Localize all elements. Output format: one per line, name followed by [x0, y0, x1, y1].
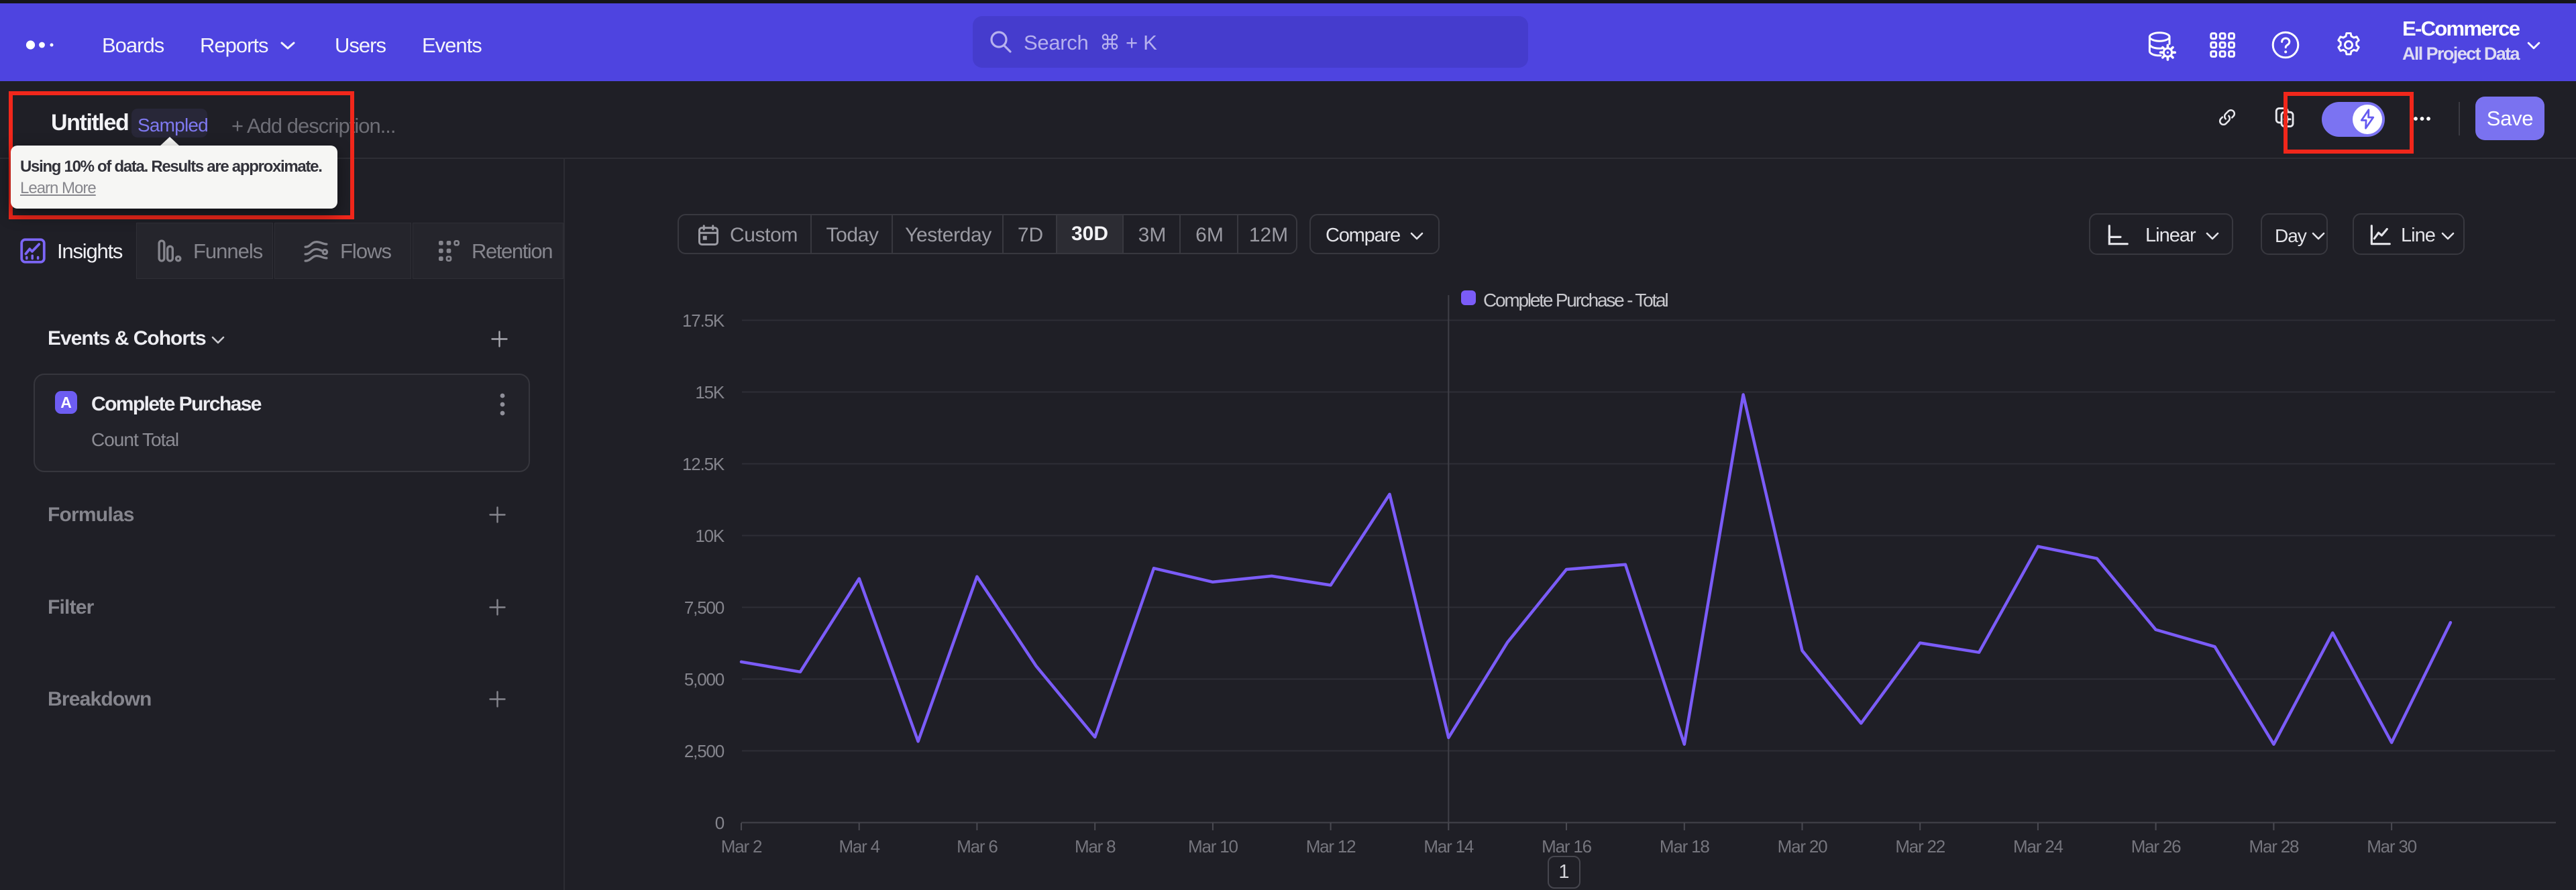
svg-text:10K: 10K	[695, 526, 725, 546]
svg-text:Mar 22: Mar 22	[1895, 836, 1945, 856]
svg-text:Mar 30: Mar 30	[2367, 836, 2416, 856]
svg-text:Mar 4: Mar 4	[839, 836, 879, 856]
svg-text:12.5K: 12.5K	[682, 454, 725, 474]
svg-text:7,500: 7,500	[684, 598, 724, 618]
svg-text:Mar 2: Mar 2	[721, 836, 762, 856]
svg-text:Mar 8: Mar 8	[1075, 836, 1116, 856]
svg-text:Mar 24: Mar 24	[2013, 836, 2063, 856]
svg-text:5,000: 5,000	[684, 669, 724, 689]
svg-text:Mar 18: Mar 18	[1660, 836, 1709, 856]
svg-text:Mar 26: Mar 26	[2131, 836, 2181, 856]
svg-text:Mar 6: Mar 6	[957, 836, 998, 856]
svg-text:15K: 15K	[695, 382, 725, 402]
svg-text:Mar 16: Mar 16	[1542, 836, 1591, 856]
svg-text:Mar 28: Mar 28	[2249, 836, 2299, 856]
svg-text:0: 0	[715, 813, 724, 833]
svg-text:17.5K: 17.5K	[682, 311, 725, 331]
svg-text:Mar 20: Mar 20	[1778, 836, 1827, 856]
svg-text:2,500: 2,500	[684, 741, 724, 761]
svg-text:Mar 12: Mar 12	[1306, 836, 1356, 856]
svg-text:Mar 10: Mar 10	[1188, 836, 1238, 856]
svg-text:Mar 14: Mar 14	[1424, 836, 1473, 856]
